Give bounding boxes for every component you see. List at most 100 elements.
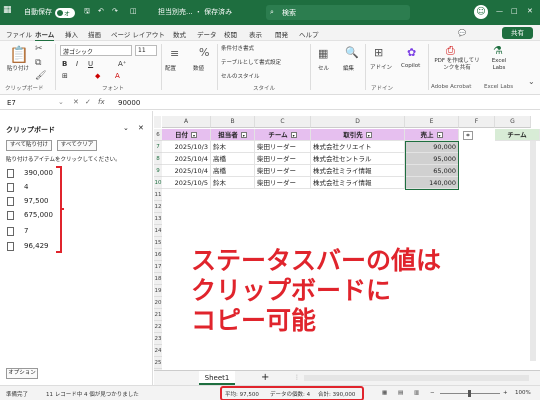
select-all-corner[interactable] xyxy=(154,116,161,128)
column-header[interactable]: C xyxy=(255,116,311,128)
row-header[interactable]: 10 xyxy=(154,177,162,189)
font-grow-button[interactable]: A⁺ xyxy=(118,60,126,68)
table-cell[interactable]: 95,000 xyxy=(405,153,459,165)
redo-icon[interactable]: ↷ xyxy=(112,7,118,15)
name-box[interactable]: E7 xyxy=(7,99,16,107)
tab-data[interactable]: データ xyxy=(197,29,217,39)
table-cell[interactable]: 2025/10/3 xyxy=(162,141,211,153)
number-button[interactable]: 数値 xyxy=(193,64,204,72)
table-cell[interactable]: 2025/10/5 xyxy=(162,177,211,189)
tab-insert[interactable]: 挿入 xyxy=(65,29,78,39)
autosave-toggle[interactable]: オン xyxy=(55,8,75,27)
row-header[interactable]: 6 xyxy=(154,129,162,141)
bold-button[interactable]: B xyxy=(62,60,67,68)
table-cell[interactable]: 140,000 xyxy=(405,177,459,189)
header-cell[interactable]: 担当者 ▾ xyxy=(211,129,255,141)
column-header[interactable]: D xyxy=(311,116,405,128)
paste-button[interactable]: 貼り付け xyxy=(7,64,29,72)
copilot-button[interactable]: Copilot xyxy=(401,63,420,69)
row-header[interactable]: 9 xyxy=(154,165,162,177)
table-cell[interactable]: 株式会社ミライ情報 xyxy=(311,165,405,177)
row-header[interactable]: 12 xyxy=(154,201,162,213)
header-cell[interactable]: チーム xyxy=(495,129,540,141)
row-header[interactable]: 19 xyxy=(154,285,162,297)
header-cell[interactable]: 日付 ▾ xyxy=(162,129,211,141)
table-cell[interactable]: 2025/10/4 xyxy=(162,153,211,165)
table-cell[interactable]: 株式会社セントラル xyxy=(311,153,405,165)
table-cell[interactable]: 柴田リーダー xyxy=(255,153,311,165)
check-icon[interactable]: ✓ xyxy=(85,98,91,106)
minimize-icon[interactable]: — xyxy=(496,7,503,15)
column-header[interactable]: B xyxy=(211,116,255,128)
cell-style-button[interactable]: セルのスタイル xyxy=(221,72,260,80)
header-cell[interactable]: 取引先 ▾ xyxy=(311,129,405,141)
column-header[interactable]: F xyxy=(459,116,495,128)
addin-icon[interactable]: ⊞ xyxy=(374,46,383,59)
copilot-icon[interactable]: ✿ xyxy=(407,46,416,59)
font-color-icon[interactable]: A xyxy=(115,72,120,80)
underline-button[interactable]: U xyxy=(88,60,93,68)
edit-icon[interactable]: 🔍 xyxy=(345,46,359,59)
tab-developer[interactable]: 開発 xyxy=(275,29,288,39)
options-button[interactable]: オプション xyxy=(6,368,38,379)
table-cell[interactable]: 鈴木 xyxy=(211,141,255,153)
chevron-down-icon[interactable]: ⌄ xyxy=(528,77,535,86)
zoom-slider-thumb[interactable] xyxy=(468,390,471,397)
table-cell[interactable]: 株式会社クリエイト xyxy=(311,141,405,153)
edit-button[interactable]: 編集 xyxy=(343,64,354,72)
tab-help[interactable]: ヘルプ xyxy=(299,29,319,39)
row-header[interactable]: 18 xyxy=(154,273,162,285)
row-header[interactable]: 13 xyxy=(154,213,162,225)
quick-analysis-icon[interactable]: ⌗ xyxy=(463,131,473,140)
close-icon[interactable]: ✕ xyxy=(527,7,533,15)
page-layout-icon[interactable]: ▤ xyxy=(398,390,403,396)
chevron-down-icon[interactable]: ⌄ xyxy=(58,98,64,106)
header-cell[interactable]: 売上 ▾ xyxy=(405,129,459,141)
font-name-select[interactable]: 游ゴシック xyxy=(60,45,132,56)
excel-labs-icon[interactable]: ⚗ xyxy=(493,44,503,57)
search-box[interactable]: ⌕ 検索 xyxy=(266,5,410,20)
row-header[interactable]: 14 xyxy=(154,225,162,237)
formula-input[interactable]: 90000 xyxy=(118,99,140,107)
table-cell[interactable]: 高橋 xyxy=(211,153,255,165)
sheet-tab[interactable]: Sheet1 xyxy=(199,371,235,385)
percent-icon[interactable]: % xyxy=(199,46,209,59)
tab-scroll-icon[interactable]: ⋮ xyxy=(294,374,300,381)
column-header[interactable]: E xyxy=(405,116,459,128)
row-header[interactable]: 15 xyxy=(154,237,162,249)
format-as-table-button[interactable]: テーブルとして書式設定 xyxy=(221,58,281,66)
table-cell[interactable]: 柴田リーダー xyxy=(255,165,311,177)
row-header[interactable]: 22 xyxy=(154,321,162,333)
tab-draw[interactable]: 描画 xyxy=(88,29,101,39)
zoom-in-icon[interactable]: + xyxy=(503,390,508,396)
cut-icon[interactable]: ✂ xyxy=(35,44,43,54)
save-icon[interactable]: 🖫 xyxy=(84,7,90,18)
conditional-format-button[interactable]: 条件付き書式 xyxy=(221,44,254,52)
align-icon[interactable]: ≡ xyxy=(170,47,179,60)
column-header[interactable]: G xyxy=(495,116,531,128)
avatar[interactable]: ☺ xyxy=(474,5,488,19)
cells-button[interactable]: セル xyxy=(318,64,329,72)
horizontal-scrollbar[interactable] xyxy=(304,375,529,381)
row-header[interactable]: 24 xyxy=(154,345,162,357)
table-cell[interactable]: 2025/10/4 xyxy=(162,165,211,177)
table-cell[interactable]: 柴田リーダー xyxy=(255,141,311,153)
undo-icon[interactable]: ↶ xyxy=(98,7,104,15)
vertical-scrollbar[interactable] xyxy=(530,141,536,361)
table-cell[interactable]: 高橋 xyxy=(211,165,255,177)
share-button[interactable]: 共有 xyxy=(502,27,533,39)
add-sheet-icon[interactable]: + xyxy=(261,372,269,383)
table-cell[interactable]: 株式会社ミライ情報 xyxy=(311,177,405,189)
table-cell[interactable]: 鈴木 xyxy=(211,177,255,189)
row-header[interactable]: 11 xyxy=(154,189,162,201)
row-header[interactable]: 17 xyxy=(154,261,162,273)
font-size-select[interactable]: 11 xyxy=(135,45,157,56)
table-cell[interactable]: 柴田リーダー xyxy=(255,177,311,189)
fx-icon[interactable]: fx xyxy=(98,98,105,106)
comment-icon[interactable]: 💬 xyxy=(458,29,466,37)
create-pdf-button[interactable]: PDF を作成してリンクを共有 xyxy=(434,58,480,72)
column-header[interactable]: A xyxy=(162,116,211,128)
pdf-icon[interactable]: ⎙ xyxy=(446,44,455,58)
tab-view[interactable]: 表示 xyxy=(249,29,262,39)
table-cell[interactable]: 65,000 xyxy=(405,165,459,177)
